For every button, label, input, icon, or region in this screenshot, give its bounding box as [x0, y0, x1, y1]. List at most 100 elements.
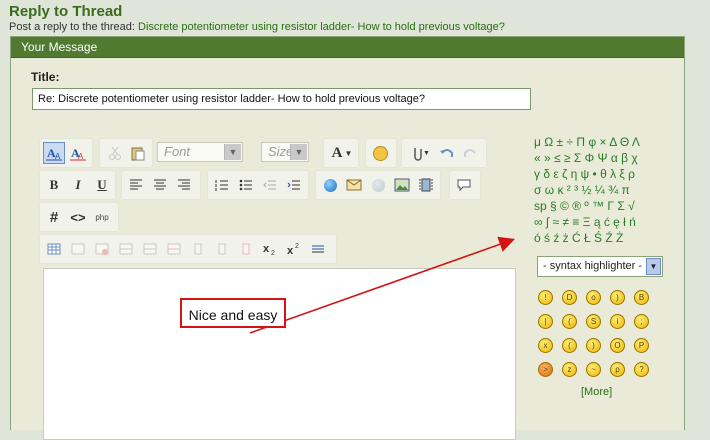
delete-row-icon[interactable]: [163, 238, 185, 260]
link-icon[interactable]: [319, 174, 341, 196]
special-chars-line[interactable]: ó ś ź ż Ć Ł Ś Ź Ż: [534, 230, 664, 246]
syntax-highlighter-select[interactable]: - syntax highlighter - ▼: [537, 256, 663, 277]
table-icon[interactable]: [43, 238, 65, 260]
smilie-neutral[interactable]: |: [538, 314, 553, 329]
wrap-php-icon[interactable]: php: [91, 206, 113, 228]
special-chars-line[interactable]: « » ≤ ≥ Σ Φ Ψ α β χ: [534, 150, 664, 166]
font-style-icon[interactable]: AA: [43, 142, 65, 164]
hr-icon[interactable]: [307, 238, 329, 260]
more-smilies-link[interactable]: [More]: [581, 386, 612, 398]
unlink-icon[interactable]: [367, 174, 389, 196]
smilie-evil[interactable]: >: [538, 362, 553, 377]
svg-text:2: 2: [271, 250, 275, 256]
special-chars-line[interactable]: sp § © ® º ™ Γ Σ √: [534, 198, 664, 214]
special-characters: μ Ω ± ÷ Π φ × Δ Θ Λ « » ≤ ≥ Σ Φ Ψ α β χ …: [534, 134, 664, 246]
underline-button[interactable]: U: [91, 174, 113, 196]
smilie-exclaim[interactable]: !: [538, 290, 553, 305]
title-input[interactable]: Re: Discrete potentiometer using resisto…: [32, 88, 531, 110]
paste-icon[interactable]: [127, 142, 149, 164]
smiley-icon[interactable]: [369, 142, 391, 164]
smilie-sad[interactable]: (: [562, 314, 577, 329]
chevron-down-icon: ▼: [224, 144, 241, 160]
smilie-frown[interactable]: (: [562, 338, 577, 353]
svg-text:x: x: [263, 243, 270, 255]
smilie-wink[interactable]: ;: [634, 314, 649, 329]
message-panel: Your Message Title: Re: Discrete potenti…: [10, 36, 685, 440]
text-color-icon[interactable]: A ▼: [328, 142, 356, 164]
chevron-down-icon: ▼: [646, 258, 661, 275]
align-center-icon[interactable]: [149, 174, 171, 196]
delete-table-icon[interactable]: [91, 238, 113, 260]
smilie-cool[interactable]: B: [634, 290, 649, 305]
bold-button[interactable]: B: [43, 174, 65, 196]
superscript-icon[interactable]: x2: [283, 238, 305, 260]
remove-format-icon[interactable]: AA: [67, 142, 89, 164]
message-editor[interactable]: [43, 268, 516, 440]
redo-icon[interactable]: [459, 142, 481, 164]
toolbar-group-text: B I U: [39, 170, 116, 200]
smilie-mad[interactable]: x: [538, 338, 553, 353]
smilie-sleepy[interactable]: z: [562, 362, 577, 377]
outdent-icon[interactable]: [259, 174, 281, 196]
subtitle-prefix: Post a reply to the thread:: [9, 21, 135, 33]
toolbar-group-table: x2 x2: [39, 234, 337, 264]
unordered-list-icon[interactable]: [235, 174, 257, 196]
smilie-tongue[interactable]: P: [634, 338, 649, 353]
special-chars-line[interactable]: ∞ ∫ ≈ ≠ ≡ Ξ ą ć ę ł ń: [534, 214, 664, 230]
italic-button[interactable]: I: [67, 174, 89, 196]
smilie-smile[interactable]: ): [610, 290, 625, 305]
toolbar-group-align: [121, 170, 201, 200]
smilie-rolleyes[interactable]: o: [586, 290, 601, 305]
subscript-icon[interactable]: x2: [259, 238, 281, 260]
toolbar-group-insert: [315, 170, 441, 200]
video-icon[interactable]: [415, 174, 437, 196]
align-left-icon[interactable]: [125, 174, 147, 196]
chevron-down-icon: ▼: [290, 144, 307, 160]
email-icon[interactable]: [343, 174, 365, 196]
wrap-code-icon[interactable]: #: [43, 206, 65, 228]
size-select[interactable]: Size ▼: [261, 142, 309, 162]
thread-link[interactable]: Discrete potentiometer using resistor la…: [138, 21, 505, 33]
quote-icon[interactable]: [453, 174, 475, 196]
delete-row-icon[interactable]: [139, 238, 161, 260]
insert-row-icon[interactable]: [115, 238, 137, 260]
toolbar-group-color: A ▼: [323, 138, 359, 168]
delete-col-icon[interactable]: [211, 238, 233, 260]
svg-text:2: 2: [295, 243, 299, 250]
thread-subtitle: Post a reply to the thread: Discrete pot…: [9, 21, 505, 33]
image-icon[interactable]: [391, 174, 413, 196]
indent-icon[interactable]: [283, 174, 305, 196]
special-chars-line[interactable]: μ Ω ± ÷ Π φ × Δ Θ Λ: [534, 134, 664, 150]
smilie-confused[interactable]: S: [586, 314, 601, 329]
font-select[interactable]: Font ▼: [157, 142, 243, 162]
smilie-eek[interactable]: O: [610, 338, 625, 353]
wrap-html-icon[interactable]: <>: [67, 206, 89, 228]
insert-col-icon[interactable]: [187, 238, 209, 260]
table-prop-icon[interactable]: [67, 238, 89, 260]
align-right-icon[interactable]: [173, 174, 195, 196]
annotation-callout: Nice and easy: [180, 298, 286, 328]
svg-text:x: x: [287, 245, 294, 256]
cut-icon[interactable]: [104, 142, 126, 164]
smilie-question[interactable]: ?: [634, 362, 649, 377]
special-chars-line[interactable]: γ δ ε ζ η ψ • θ λ ξ ρ: [534, 166, 664, 182]
toolbar-group-quote: [449, 170, 481, 200]
toolbar-group-clipboard: [99, 138, 153, 168]
special-chars-line[interactable]: σ ω κ ² ³ ½ ¼ ¾ π: [534, 182, 664, 198]
ordered-list-icon[interactable]: [211, 174, 233, 196]
smilie-biggrin[interactable]: D: [562, 290, 577, 305]
smilie-smile2[interactable]: ): [586, 338, 601, 353]
toolbar-group-misc: ▼: [401, 138, 487, 168]
page-title: Reply to Thread: [9, 3, 123, 20]
merge-icon[interactable]: [235, 238, 257, 260]
toolbar-group-lists: [207, 170, 309, 200]
panel-header: Your Message: [11, 37, 684, 58]
title-label: Title:: [31, 70, 60, 84]
undo-icon[interactable]: [436, 142, 458, 164]
toolbar-group-format: AA AA: [39, 138, 93, 168]
smilie-idea[interactable]: i: [610, 314, 625, 329]
smilie-razz[interactable]: p: [610, 362, 625, 377]
smilie-sigh[interactable]: ~: [586, 362, 601, 377]
toolbar-group-smilies: [365, 138, 397, 168]
attachment-icon[interactable]: ▼: [406, 142, 434, 164]
